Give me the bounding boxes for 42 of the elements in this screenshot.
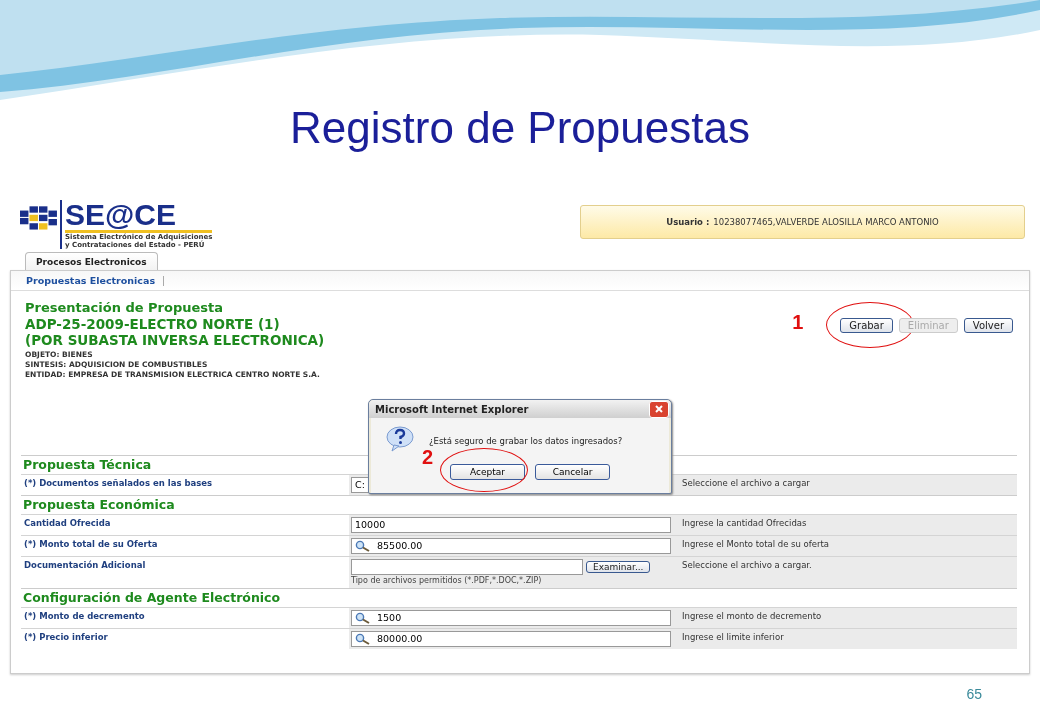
dialog-title: Microsoft Internet Explorer (375, 403, 529, 415)
page-number: 65 (966, 686, 982, 702)
field-hint: Ingrese el Monto total de su oferta (681, 538, 831, 551)
user-label: Usuario : (666, 217, 710, 227)
file-type-note: Tipo de archivos permitidos (*.PDF,*.DOC,*.ZIP) (351, 576, 543, 586)
field-label: (*) Monto de decremento (21, 608, 349, 628)
field-hint: Ingrese el limite inferior (681, 631, 785, 644)
input-field[interactable]: 85500.00 (351, 538, 671, 554)
logo-icon (20, 206, 58, 232)
input-field[interactable]: 1500 (351, 610, 671, 626)
annotation-number: 1 (792, 312, 804, 332)
close-button[interactable] (649, 400, 669, 418)
process-title: ADP-25-2009-ELECTRO NORTE (1) (25, 316, 281, 332)
field-label: (*) Documentos señalados en las bases (21, 475, 349, 495)
field-hint: Seleccione el archivo a cargar (681, 477, 811, 490)
input-field[interactable]: 10000 (351, 517, 671, 533)
browse-button[interactable]: Examinar... (586, 561, 651, 573)
dialog-message: ¿Está seguro de grabar los datos ingresados? (429, 436, 623, 446)
dialog-button[interactable]: Cancelar (535, 464, 610, 480)
search-icon[interactable] (355, 612, 371, 624)
slide-title: Registro de Propuestas (289, 102, 751, 154)
subnav-link[interactable]: Propuestas Electronicas (26, 275, 156, 286)
tab[interactable]: Procesos Electronicos (25, 252, 158, 270)
field-hint: Seleccione el archivo a cargar. (681, 559, 813, 572)
process-title: (POR SUBASTA INVERSA ELECTRONICA) (25, 332, 325, 348)
action-button[interactable]: Volver (963, 318, 1013, 333)
input-field[interactable]: 80000.00 (351, 631, 671, 647)
page-heading: Presentación de Propuesta (25, 300, 225, 316)
field-label: Documentación Adicional (21, 557, 349, 588)
action-button[interactable]: Grabar (840, 318, 893, 333)
user-name: 10238077465,VALVERDE ALOSILLA MARCO ANTONIO (713, 217, 939, 227)
field-label: (*) Monto total de su Oferta (21, 536, 349, 556)
close-icon (654, 404, 664, 414)
logo-wordmark: SE@CE (65, 200, 213, 233)
field-hint: Ingrese la cantidad Ofrecidas (681, 517, 808, 530)
dialog-button[interactable]: Aceptar (450, 464, 525, 480)
search-icon[interactable] (355, 633, 371, 645)
field-label: (*) Precio inferior (21, 629, 349, 649)
search-icon[interactable] (355, 540, 371, 552)
field-hint: Ingrese el monto de decremento (681, 610, 823, 623)
file-field[interactable] (351, 559, 583, 575)
field-label: Cantidad Ofrecida (21, 515, 349, 535)
